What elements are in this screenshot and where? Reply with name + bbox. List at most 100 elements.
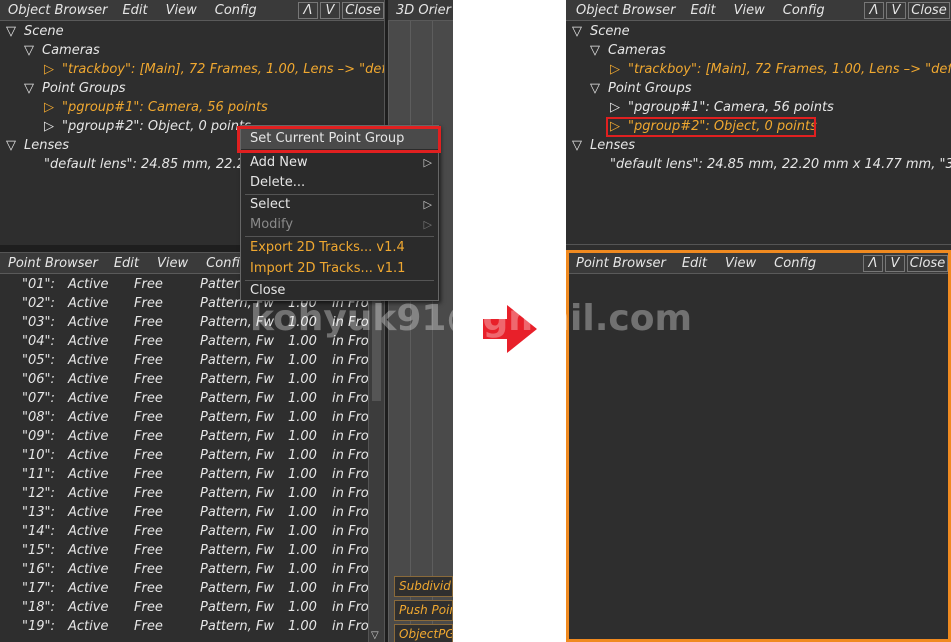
move-down-button[interactable]: V <box>885 255 905 272</box>
point-status: Active <box>68 619 109 634</box>
point-name: "19": <box>22 619 55 634</box>
point-row[interactable]: "14": Active Free Pattern, Fw 1.00 in Fro <box>0 522 369 541</box>
move-down-button[interactable]: V <box>320 2 340 19</box>
point-type: Pattern, Fw <box>200 429 274 444</box>
tree-scene[interactable]: ▽ Scene <box>572 22 630 41</box>
point-browser-panel: Point Browser Edit View Config Λ V Close <box>566 250 951 642</box>
point-weight: 1.00 <box>288 372 317 387</box>
menu-item-export-2d-tracks[interactable]: Export 2D Tracks... v1.4 <box>241 237 438 258</box>
point-type: Pattern, Fw <box>200 334 274 349</box>
close-button[interactable]: Close <box>908 2 950 19</box>
point-status: Active <box>68 581 109 596</box>
menu-view[interactable]: View <box>166 3 197 18</box>
point-solve: Free <box>134 581 163 596</box>
point-name: "05": <box>22 353 55 368</box>
menu-edit[interactable]: Edit <box>114 256 139 271</box>
point-row[interactable]: "12": Active Free Pattern, Fw 1.00 in Fro <box>0 484 369 503</box>
panel-title: Object Browser <box>576 2 676 18</box>
context-menu: Set Current Point Group Add New ▷ Delete.… <box>237 125 441 301</box>
point-range: in Fro <box>332 315 369 330</box>
tree-lenses[interactable]: ▽ Lenses <box>6 136 69 155</box>
tree-lenses[interactable]: ▽ Lenses <box>572 136 635 155</box>
point-row[interactable]: "13": Active Free Pattern, Fw 1.00 in Fro <box>0 503 369 522</box>
point-weight: 1.00 <box>288 448 317 463</box>
menu-edit[interactable]: Edit <box>122 3 147 18</box>
point-row[interactable]: "17": Active Free Pattern, Fw 1.00 in Fro <box>0 579 369 598</box>
point-status: Active <box>68 600 109 615</box>
expand-triangle-icon: ▽ <box>572 24 582 39</box>
tree-camera-item[interactable]: ▷ "trackboy": [Main], 72 Frames, 1.00, Le… <box>44 60 384 79</box>
point-type: Pattern, Fw <box>200 543 274 558</box>
tree-cameras[interactable]: ▽ Cameras <box>590 41 666 60</box>
point-row[interactable]: "08": Active Free Pattern, Fw 1.00 in Fro <box>0 408 369 427</box>
close-button[interactable]: Close <box>907 255 948 272</box>
point-status: Active <box>68 353 109 368</box>
point-row[interactable]: "10": Active Free Pattern, Fw 1.00 in Fro <box>0 446 369 465</box>
menu-item-import-2d-tracks[interactable]: Import 2D Tracks... v1.1 <box>241 258 438 279</box>
point-name: "09": <box>22 429 55 444</box>
tree-pgroup-1[interactable]: ▷ "pgroup#1": Camera, 56 points <box>610 98 834 117</box>
point-row[interactable]: "18": Active Free Pattern, Fw 1.00 in Fro <box>0 598 369 617</box>
move-down-button[interactable]: V <box>886 2 906 19</box>
point-name: "07": <box>22 391 55 406</box>
point-name: "02": <box>22 296 55 311</box>
push-points-button[interactable]: Push Poin <box>394 600 453 621</box>
menu-config[interactable]: Config <box>783 3 825 18</box>
point-row[interactable]: "07": Active Free Pattern, Fw 1.00 in Fro <box>0 389 369 408</box>
move-up-button[interactable]: Λ <box>298 2 318 19</box>
point-row[interactable]: "06": Active Free Pattern, Fw 1.00 in Fro <box>0 370 369 389</box>
menu-item-close[interactable]: Close <box>241 280 438 301</box>
point-weight: 1.00 <box>288 505 317 520</box>
menu-view[interactable]: View <box>734 3 765 18</box>
point-row[interactable]: "19": Active Free Pattern, Fw 1.00 in Fro <box>0 617 369 636</box>
subdivide-button[interactable]: Subdivid <box>394 576 453 597</box>
point-name: "06": <box>22 372 55 387</box>
close-button[interactable]: Close <box>342 2 384 19</box>
tree-pgroup-1[interactable]: ▷ "pgroup#1": Camera, 56 points <box>44 98 268 117</box>
move-up-button[interactable]: Λ <box>863 255 883 272</box>
orient-viewport[interactable]: 3D Orier <box>388 0 453 642</box>
tree-lens-item[interactable]: "default lens": 24.85 mm, 22.20 mm x 14.… <box>610 155 951 174</box>
tree-cameras[interactable]: ▽ Cameras <box>24 41 100 60</box>
point-status: Active <box>68 562 109 577</box>
move-up-button[interactable]: Λ <box>864 2 884 19</box>
collapsed-triangle-icon: ▷ <box>44 100 54 115</box>
point-range: in Fro <box>332 524 369 539</box>
tree-point-groups[interactable]: ▽ Point Groups <box>590 79 692 98</box>
scrollbar[interactable]: ▽ <box>368 275 384 642</box>
tree-camera-item[interactable]: ▷ "trackboy": [Main], 72 Frames, 1.00, Le… <box>610 60 951 79</box>
tree-point-groups[interactable]: ▽ Point Groups <box>24 79 126 98</box>
object-pg-button[interactable]: ObjectPG <box>394 624 453 642</box>
point-name: "12": <box>22 486 55 501</box>
menu-item-delete[interactable]: Delete... <box>241 172 438 193</box>
point-row[interactable]: "05": Active Free Pattern, Fw 1.00 in Fro <box>0 351 369 370</box>
point-type: Pattern, Fw <box>200 353 274 368</box>
expand-triangle-icon: ▽ <box>6 24 16 39</box>
menu-item-select[interactable]: Select ▷ <box>241 194 438 215</box>
menu-config[interactable]: Config <box>774 256 816 271</box>
point-row[interactable]: "03": Active Free Pattern, Fw 1.00 in Fro <box>0 313 369 332</box>
menu-edit[interactable]: Edit <box>690 3 715 18</box>
point-name: "18": <box>22 600 55 615</box>
point-row[interactable]: "16": Active Free Pattern, Fw 1.00 in Fro <box>0 560 369 579</box>
tree-scene[interactable]: ▽ Scene <box>6 22 64 41</box>
point-row[interactable]: "15": Active Free Pattern, Fw 1.00 in Fro <box>0 541 369 560</box>
scroll-down-icon[interactable]: ▽ <box>371 630 379 641</box>
menu-edit[interactable]: Edit <box>682 256 707 271</box>
point-row[interactable]: "09": Active Free Pattern, Fw 1.00 in Fro <box>0 427 369 446</box>
menu-config[interactable]: Config <box>215 3 257 18</box>
point-row[interactable]: "04": Active Free Pattern, Fw 1.00 in Fro <box>0 332 369 351</box>
point-status: Active <box>68 486 109 501</box>
point-range: in Fro <box>332 429 369 444</box>
left-screenshot: 3D Orier Object Browser Edit View Config… <box>0 0 453 642</box>
menu-view[interactable]: View <box>157 256 188 271</box>
submenu-arrow-icon: ▷ <box>423 198 432 211</box>
point-status: Active <box>68 315 109 330</box>
menu-item-add-new[interactable]: Add New ▷ <box>241 152 438 173</box>
side-button-stack: Subdivid Push Poin ObjectPG <box>394 576 453 642</box>
point-status: Active <box>68 277 109 292</box>
object-browser-header: Object Browser Edit View Config Λ V Clos… <box>0 0 384 21</box>
tree-pgroup-2[interactable]: ▷ "pgroup#2": Object, 0 points <box>44 117 251 136</box>
point-row[interactable]: "11": Active Free Pattern, Fw 1.00 in Fro <box>0 465 369 484</box>
menu-view[interactable]: View <box>725 256 756 271</box>
